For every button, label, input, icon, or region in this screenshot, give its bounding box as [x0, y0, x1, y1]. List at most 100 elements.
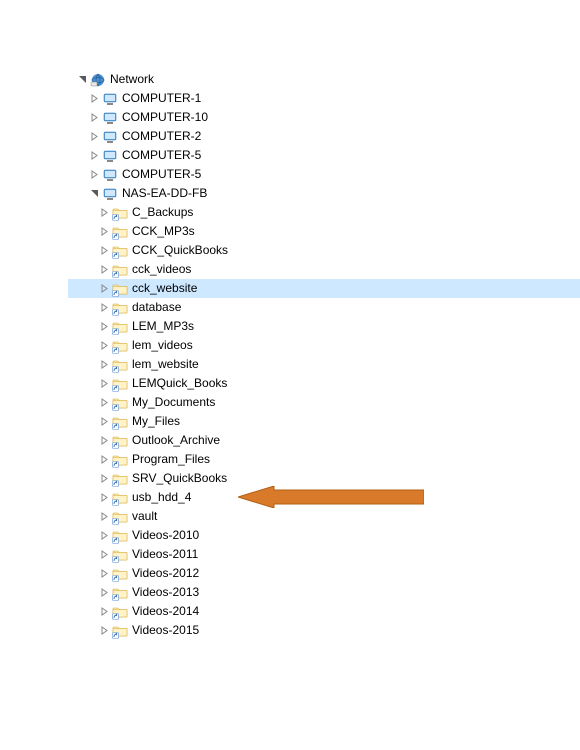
tree-item-label: Videos-2010 — [132, 526, 199, 545]
tree-item-folder[interactable]: Videos-2015 — [68, 621, 580, 640]
expander-collapsed-icon[interactable] — [88, 150, 100, 162]
tree-item-nas[interactable]: NAS-EA-DD-FB — [68, 184, 580, 203]
network-icon — [90, 72, 106, 88]
expander-collapsed-icon[interactable] — [98, 359, 110, 371]
tree-item-label: My_Files — [132, 412, 180, 431]
tree-item-computer[interactable]: COMPUTER-5 — [68, 146, 580, 165]
tree-item-folder[interactable]: Videos-2012 — [68, 564, 580, 583]
expander-collapsed-icon[interactable] — [98, 549, 110, 561]
expander-collapsed-icon[interactable] — [98, 625, 110, 637]
tree-item-label: Videos-2013 — [132, 583, 199, 602]
folder-icon — [112, 566, 128, 582]
expander-collapsed-icon[interactable] — [98, 397, 110, 409]
tree-item-computer[interactable]: COMPUTER-5 — [68, 165, 580, 184]
expander-collapsed-icon[interactable] — [98, 378, 110, 390]
tree-item-folder[interactable]: lem_website — [68, 355, 580, 374]
tree-item-label: database — [132, 298, 181, 317]
folder-icon — [112, 585, 128, 601]
tree-item-folder[interactable]: database — [68, 298, 580, 317]
tree-item-folder[interactable]: My_Documents — [68, 393, 580, 412]
tree-item-label: COMPUTER-5 — [122, 146, 201, 165]
tree-item-computer[interactable]: COMPUTER-1 — [68, 89, 580, 108]
folder-icon — [112, 604, 128, 620]
tree-item-label: CCK_MP3s — [132, 222, 195, 241]
expander-collapsed-icon[interactable] — [98, 473, 110, 485]
tree-item-folder[interactable]: Videos-2010 — [68, 526, 580, 545]
expander-collapsed-icon[interactable] — [98, 530, 110, 542]
expander-collapsed-icon[interactable] — [98, 492, 110, 504]
tree-item-folder[interactable]: Outlook_Archive — [68, 431, 580, 450]
expander-collapsed-icon[interactable] — [98, 606, 110, 618]
tree-item-label: cck_videos — [132, 260, 191, 279]
tree-item-label: COMPUTER-10 — [122, 108, 208, 127]
tree-item-label: Videos-2012 — [132, 564, 199, 583]
folder-icon — [112, 338, 128, 354]
folder-icon — [112, 490, 128, 506]
tree-item-label: SRV_QuickBooks — [132, 469, 227, 488]
tree-item-folder[interactable]: cck_website — [68, 279, 580, 298]
folder-icon — [112, 623, 128, 639]
tree-item-label: Videos-2014 — [132, 602, 199, 621]
folder-icon — [112, 509, 128, 525]
tree-item-folder[interactable]: lem_videos — [68, 336, 580, 355]
tree-item-label: COMPUTER-5 — [122, 165, 201, 184]
tree-item-label: lem_website — [132, 355, 199, 374]
tree-item-folder[interactable]: Videos-2013 — [68, 583, 580, 602]
tree-item-computer[interactable]: COMPUTER-2 — [68, 127, 580, 146]
tree-item-folder[interactable]: CCK_MP3s — [68, 222, 580, 241]
expander-collapsed-icon[interactable] — [98, 302, 110, 314]
tree-item-folder[interactable]: CCK_QuickBooks — [68, 241, 580, 260]
tree-item-label: C_Backups — [132, 203, 193, 222]
tree-item-folder[interactable]: Videos-2014 — [68, 602, 580, 621]
tree-item-folder[interactable]: LEMQuick_Books — [68, 374, 580, 393]
tree-item-folder[interactable]: Videos-2011 — [68, 545, 580, 564]
expander-collapsed-icon[interactable] — [98, 226, 110, 238]
expander-expanded-icon[interactable] — [88, 188, 100, 200]
expander-collapsed-icon[interactable] — [88, 169, 100, 181]
tree-item-folder[interactable]: vault — [68, 507, 580, 526]
expander-collapsed-icon[interactable] — [98, 207, 110, 219]
expander-collapsed-icon[interactable] — [98, 454, 110, 466]
tree-item-folder[interactable]: cck_videos — [68, 260, 580, 279]
tree-item-label: Outlook_Archive — [132, 431, 220, 450]
computer-icon — [102, 110, 118, 126]
expander-collapsed-icon[interactable] — [88, 93, 100, 105]
expander-collapsed-icon[interactable] — [98, 264, 110, 276]
expander-collapsed-icon[interactable] — [88, 112, 100, 124]
expander-collapsed-icon[interactable] — [98, 245, 110, 257]
tree-item-folder[interactable]: LEM_MP3s — [68, 317, 580, 336]
tree-item-folder[interactable]: C_Backups — [68, 203, 580, 222]
folder-icon — [112, 528, 128, 544]
expander-expanded-icon[interactable] — [76, 74, 88, 86]
tree-item-folder[interactable]: usb_hdd_4 — [68, 488, 580, 507]
expander-collapsed-icon[interactable] — [98, 435, 110, 447]
tree-item-folder[interactable]: Program_Files — [68, 450, 580, 469]
expander-collapsed-icon[interactable] — [98, 587, 110, 599]
tree-item-label: COMPUTER-2 — [122, 127, 201, 146]
tree-item-label: cck_website — [132, 279, 197, 298]
expander-collapsed-icon[interactable] — [98, 340, 110, 352]
tree-item-label: usb_hdd_4 — [132, 488, 191, 507]
tree-item-folder[interactable]: SRV_QuickBooks — [68, 469, 580, 488]
expander-collapsed-icon[interactable] — [98, 321, 110, 333]
expander-collapsed-icon[interactable] — [98, 511, 110, 523]
tree-item-label: vault — [132, 507, 157, 526]
tree-item-label: LEM_MP3s — [132, 317, 194, 336]
folder-icon — [112, 471, 128, 487]
computer-icon — [102, 129, 118, 145]
computer-icon — [102, 167, 118, 183]
tree-item-label: CCK_QuickBooks — [132, 241, 228, 260]
folder-icon — [112, 452, 128, 468]
expander-collapsed-icon[interactable] — [88, 131, 100, 143]
tree-item-label: Videos-2011 — [132, 545, 198, 564]
tree-item-label: My_Documents — [132, 393, 215, 412]
computer-icon — [102, 186, 118, 202]
annotation-arrow-icon — [238, 486, 424, 508]
tree-item-network[interactable]: Network — [68, 70, 580, 89]
expander-collapsed-icon[interactable] — [98, 416, 110, 428]
tree-item-computer[interactable]: COMPUTER-10 — [68, 108, 580, 127]
tree-item-folder[interactable]: My_Files — [68, 412, 580, 431]
expander-collapsed-icon[interactable] — [98, 568, 110, 580]
expander-collapsed-icon[interactable] — [98, 283, 110, 295]
tree-item-label: Videos-2015 — [132, 621, 199, 640]
